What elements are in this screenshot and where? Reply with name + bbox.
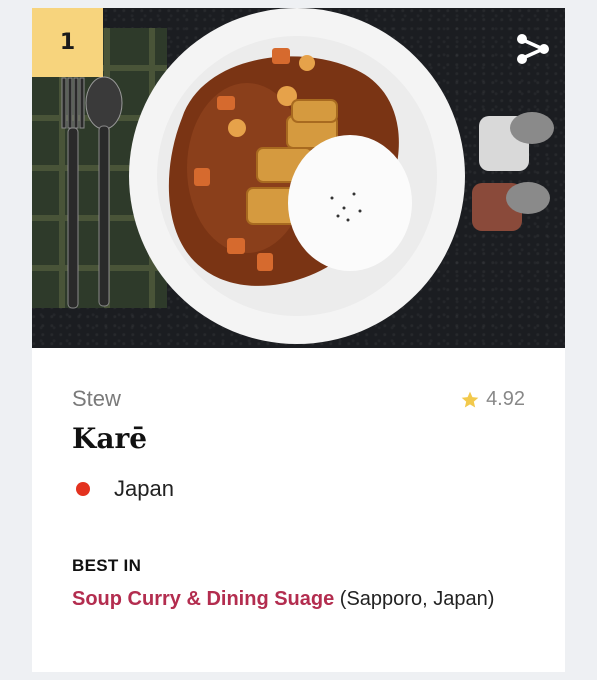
- restaurant-link[interactable]: Soup Curry & Dining Suage: [72, 588, 334, 610]
- dish-title[interactable]: Karē: [72, 422, 147, 455]
- rank-badge: 1: [32, 8, 103, 77]
- share-icon[interactable]: [514, 30, 552, 68]
- dish-rating: 4.92: [460, 388, 525, 411]
- dish-category: Stew: [72, 386, 121, 411]
- best-in-label: BEST IN: [72, 556, 142, 575]
- dish-photo: 1: [32, 8, 565, 348]
- star-icon: [461, 391, 479, 407]
- dish-country[interactable]: Japan: [72, 476, 174, 502]
- dish-card[interactable]: 1 Stew 4.92 Karē Japan BEST IN Soup Curr…: [32, 8, 565, 672]
- rank-number: 1: [59, 30, 76, 55]
- country-dot: [76, 482, 90, 496]
- best-in-restaurant: Soup Curry & Dining Suage (Sapporo, Japa…: [72, 584, 512, 614]
- country-name: Japan: [114, 476, 174, 501]
- restaurant-location: (Sapporo, Japan): [334, 588, 495, 610]
- rating-value: 4.92: [486, 388, 525, 410]
